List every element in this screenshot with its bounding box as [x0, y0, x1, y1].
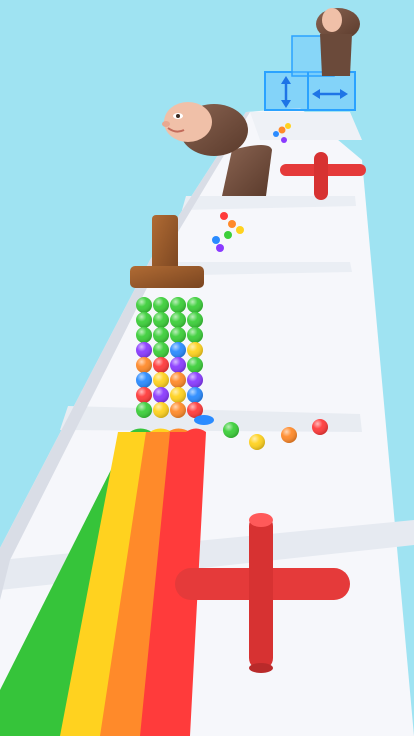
bristle-ball-shade	[136, 372, 152, 388]
cross-top-cap	[249, 513, 273, 527]
bristle-ball-shade	[187, 312, 203, 328]
bristle-ball-shade	[170, 297, 186, 313]
ball	[212, 236, 220, 244]
bristle-ball-shade	[170, 387, 186, 403]
cross-bottom-shadow	[249, 663, 273, 673]
ball	[285, 123, 291, 129]
brush-head	[130, 266, 204, 288]
bristle-ball-shade	[153, 387, 169, 403]
bristle-ball-shade	[187, 327, 203, 343]
bristle-ball-shade	[170, 312, 186, 328]
ball	[249, 434, 265, 450]
ball	[273, 131, 279, 137]
bristle-ball-shade	[153, 297, 169, 313]
bristle-ball-shade	[170, 327, 186, 343]
bristle-ball-shade	[187, 372, 203, 388]
ball	[281, 137, 287, 143]
bristle-ball-shade	[136, 342, 152, 358]
bristle-ball-shade	[153, 372, 169, 388]
paint-splash	[194, 415, 214, 425]
ball	[228, 220, 236, 228]
bristle-ball-shade	[187, 357, 203, 373]
bristle-ball-shade	[153, 357, 169, 373]
bristle-ball-shade	[136, 402, 152, 418]
bristle-ball-shade	[136, 357, 152, 373]
ball	[281, 427, 297, 443]
bristle-ball-shade	[170, 402, 186, 418]
bristle-ball-shade	[170, 372, 186, 388]
ball	[224, 231, 232, 239]
bristle-ball-shade	[136, 297, 152, 313]
bristle-ball-shade	[153, 342, 169, 358]
bristle-ball-shade	[187, 387, 203, 403]
bristle-ball-shade	[136, 387, 152, 403]
bristle-ball-shade	[153, 327, 169, 343]
bristle-ball-shade	[136, 312, 152, 328]
bristle-ball-shade	[170, 342, 186, 358]
bristle-ball-shade	[136, 327, 152, 343]
ball	[278, 126, 286, 134]
ball	[216, 244, 224, 252]
bristle-ball-shade	[187, 342, 203, 358]
track-far-segment	[250, 112, 362, 140]
cross-vertical-bar	[249, 514, 273, 670]
game-scene[interactable]	[0, 0, 414, 736]
ball	[220, 212, 228, 220]
bristle-ball-shade	[170, 357, 186, 373]
bristle-ball-shade	[153, 402, 169, 418]
bristle-ball-shade	[153, 312, 169, 328]
ball	[236, 226, 244, 234]
ball	[312, 419, 328, 435]
ball	[223, 422, 239, 438]
bristle-ball-shade	[187, 297, 203, 313]
